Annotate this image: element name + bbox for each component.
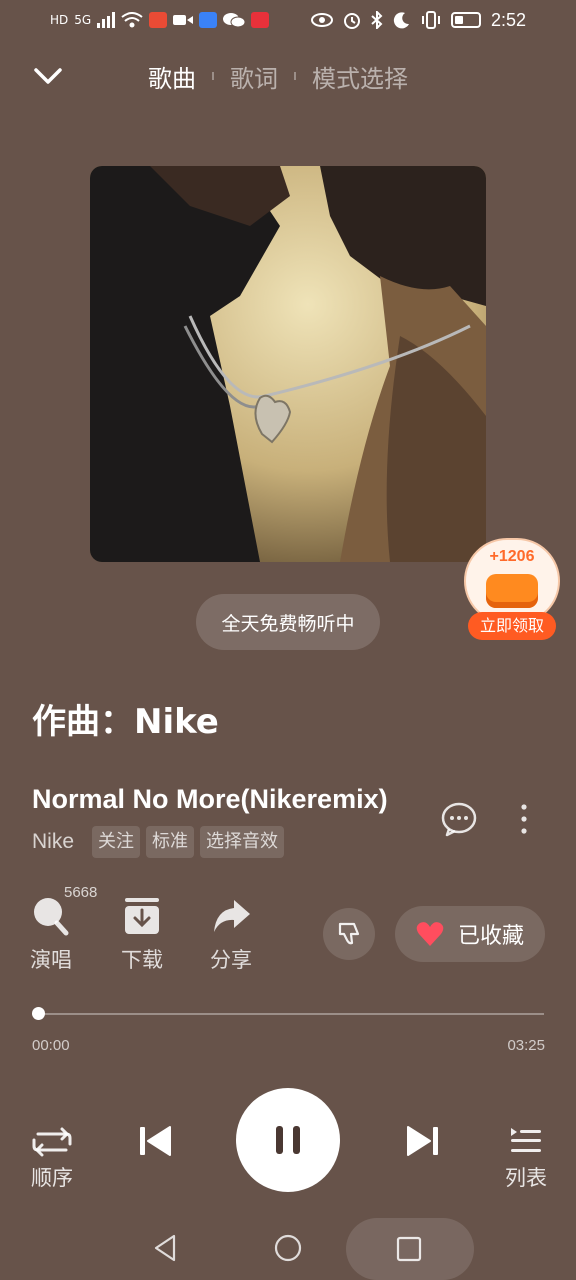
playlist-button[interactable]: 列表 [496,1124,556,1192]
microphone-icon [34,898,69,936]
clock: 2:52 [490,9,526,30]
free-listen-pill[interactable]: 全天免费畅听中 [196,594,380,650]
download-button[interactable]: 下载 [107,896,177,974]
chevron-down-icon[interactable] [30,58,66,94]
status-right: 2:52 [310,8,526,32]
nav-back-icon[interactable] [150,1232,180,1264]
share-button[interactable]: 分享 [196,896,266,974]
download-icon [125,898,159,934]
favorited-label: 已收藏 [457,924,524,949]
status-bar: HD 5G 2:52 [0,0,576,40]
song-tags: 关注 标准 选择音效 [92,826,284,858]
gift-box-icon [486,574,538,608]
tab-divider [212,72,214,80]
bluetooth-icon [371,11,383,29]
download-label: 下载 [121,948,163,972]
tab-lyrics[interactable]: 歌词 [230,59,278,94]
next-track-icon[interactable] [404,1122,442,1160]
eye-icon [310,13,333,27]
alarm-icon [343,13,360,29]
heart-icon [416,922,444,946]
moon-icon [393,12,409,29]
promo-count: +1206 [489,548,535,565]
playlist-label: 列表 [505,1166,547,1190]
signal-5g-icon: 5G [74,13,92,27]
composer-credit: 作曲：Nike [32,702,219,742]
dislike-button[interactable] [323,908,375,960]
share-arrow-icon [214,900,250,932]
artist-name[interactable]: Nike [32,830,74,854]
nav-home-icon[interactable] [274,1234,302,1262]
sing-label: 演唱 [30,948,72,972]
app-icon-red [251,12,270,28]
top-tabs: 歌曲 歌词 模式选择 [148,56,408,96]
album-cover[interactable] [90,166,486,562]
song-title: Normal No More(Nikeremix) [32,784,388,814]
repeat-icon [32,1127,72,1157]
free-listen-label: 全天免费畅听中 [221,612,355,635]
wechat-icon [223,13,246,28]
play-mode-button[interactable]: 顺序 [22,1124,82,1192]
thumbs-down-icon [338,922,360,945]
pause-icon [276,1126,300,1154]
tab-mode-select[interactable]: 模式选择 [312,59,408,94]
battery-icon [450,12,481,28]
share-label: 分享 [210,948,252,972]
tab-divider [294,72,296,80]
video-icon [173,15,194,25]
album-cover-art [90,166,486,562]
claim-now-button[interactable]: 立即领取 [468,612,556,640]
comment-icon[interactable] [440,800,478,838]
previous-track-icon[interactable] [136,1122,174,1160]
tab-song[interactable]: 歌曲 [148,59,196,94]
current-time: 00:00 [32,1037,70,1054]
follow-tag[interactable]: 关注 [92,826,140,858]
nav-recents-icon[interactable] [396,1236,422,1262]
vibrate-icon [421,11,440,29]
promo-badge[interactable]: +1206 立即领取 [464,538,560,642]
status-left: HD 5G [50,8,270,32]
favorited-button[interactable]: 已收藏 [395,906,545,962]
app-notification-icon [149,12,168,28]
progress-track[interactable] [32,1013,544,1015]
sing-button[interactable]: 演唱 [16,896,86,974]
more-vertical-icon[interactable] [514,802,534,836]
wifi-icon [121,12,143,28]
play-mode-label: 顺序 [31,1166,73,1190]
sound-effect-tag[interactable]: 选择音效 [200,826,284,858]
progress-knob[interactable] [32,1007,45,1020]
total-time: 03:25 [507,1037,545,1054]
hd-icon: HD [50,13,69,27]
quality-tag[interactable]: 标准 [146,826,194,858]
signal-icon [97,12,116,28]
app-icon [199,12,218,28]
pause-button[interactable] [236,1088,340,1192]
playlist-icon [511,1128,541,1152]
